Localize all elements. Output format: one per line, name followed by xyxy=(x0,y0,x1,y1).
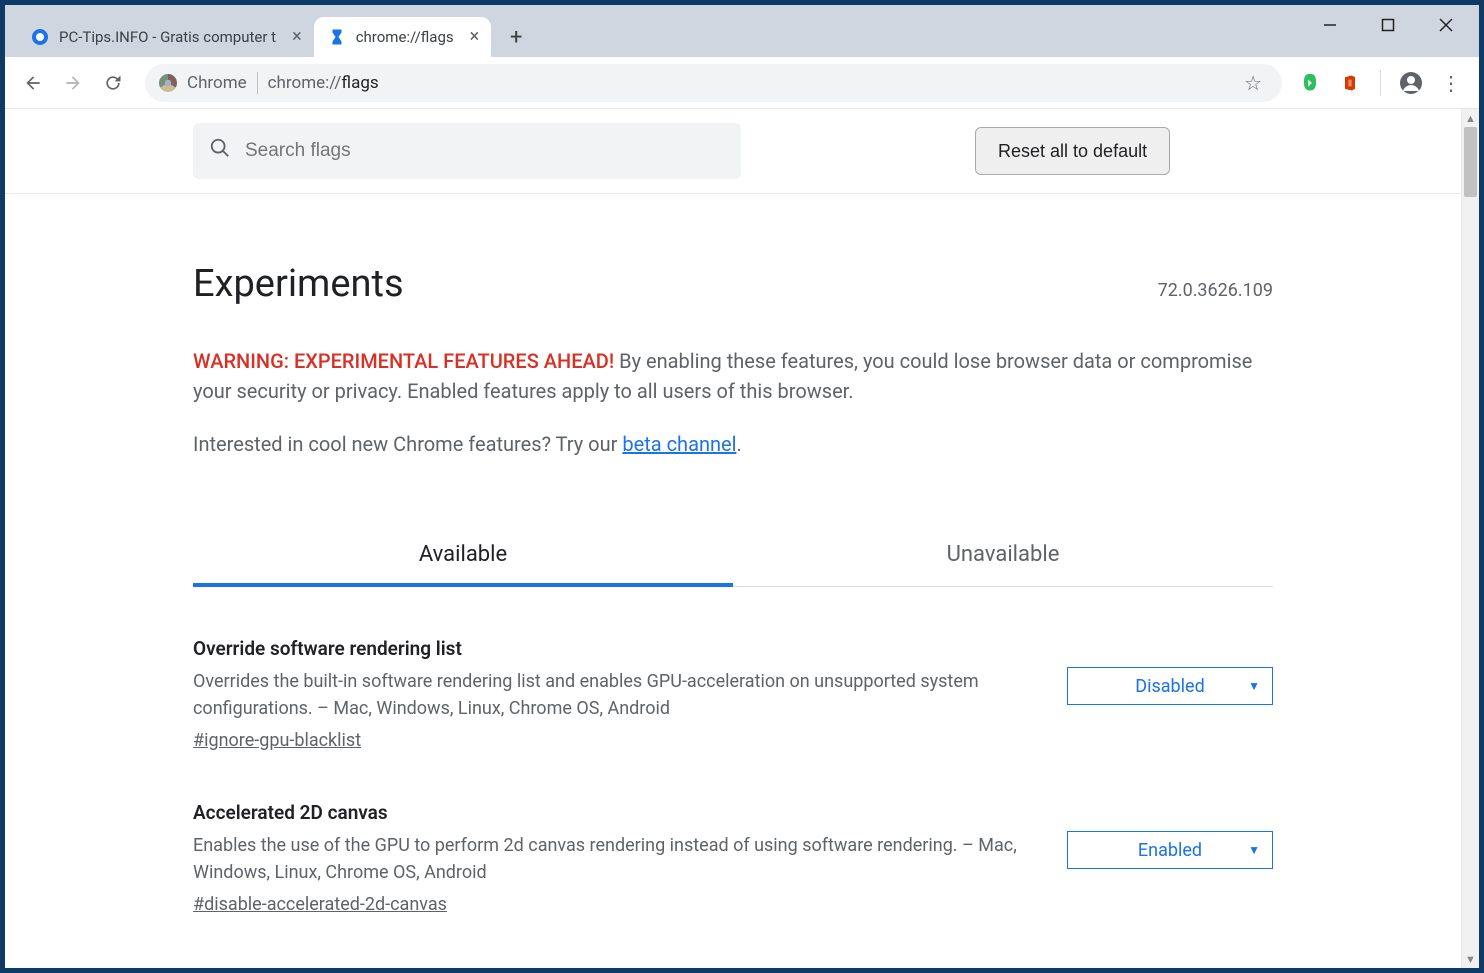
flag-tabs: Available Unavailable xyxy=(193,526,1273,587)
flag-anchor-link[interactable]: #ignore-gpu-blacklist xyxy=(193,730,361,751)
minimize-button[interactable] xyxy=(1301,5,1359,45)
url-scheme: chrome:// xyxy=(268,73,342,93)
chrome-icon xyxy=(159,74,177,92)
beta-channel-link[interactable]: beta channel xyxy=(622,432,736,456)
tab-strip: PC-Tips.INFO - Gratis computer t × chrom… xyxy=(13,11,533,57)
flag-select-value: Disabled xyxy=(1135,676,1204,697)
browser-tab-inactive[interactable]: PC-Tips.INFO - Gratis computer t × xyxy=(17,17,314,57)
flag-select-enabled[interactable]: Enabled xyxy=(1067,831,1273,869)
warning-prefix: WARNING: EXPERIMENTAL FEATURES AHEAD! xyxy=(193,349,614,373)
flags-page: Reset all to default Experiments 72.0.36… xyxy=(5,109,1461,968)
scroll-up-icon[interactable]: ▲ xyxy=(1462,109,1479,127)
profile-button[interactable] xyxy=(1399,71,1423,95)
main-content: Experiments 72.0.3626.109 WARNING: EXPER… xyxy=(5,194,1461,968)
version-label: 72.0.3626.109 xyxy=(1158,280,1273,301)
scroll-down-icon[interactable]: ▼ xyxy=(1462,950,1479,968)
scrollbar[interactable]: ▲ ▼ xyxy=(1461,109,1479,968)
flag-title: Override software rendering list xyxy=(193,637,1027,660)
new-tab-button[interactable]: + xyxy=(499,20,533,54)
separator xyxy=(1380,70,1381,96)
window-controls xyxy=(1301,5,1475,45)
back-button[interactable] xyxy=(15,65,51,101)
close-icon[interactable]: × xyxy=(292,28,302,46)
search-row: Reset all to default xyxy=(5,109,1461,194)
flag-item: Override software rendering list Overrid… xyxy=(193,637,1273,751)
address-bar[interactable]: Chrome chrome://flags ☆ xyxy=(145,64,1282,102)
page-title: Experiments xyxy=(193,262,404,306)
bookmark-star-icon[interactable]: ☆ xyxy=(1238,71,1268,95)
favicon-flags xyxy=(328,28,346,46)
address-url: chrome://flags xyxy=(268,73,379,93)
tab-title: chrome://flags xyxy=(356,28,454,46)
flag-description: Overrides the built-in software renderin… xyxy=(193,668,1027,722)
flag-description: Enables the use of the GPU to perform 2d… xyxy=(193,832,1027,886)
tab-title: PC-Tips.INFO - Gratis computer t xyxy=(59,28,276,46)
browser-tab-active[interactable]: chrome://flags × xyxy=(314,17,492,57)
flag-select-disabled[interactable]: Disabled xyxy=(1067,667,1273,705)
toolbar: Chrome chrome://flags ☆ ⋮ xyxy=(5,57,1479,109)
url-path: flags xyxy=(341,73,378,93)
beta-prefix: Interested in cool new Chrome features? … xyxy=(193,432,622,456)
search-icon xyxy=(209,137,231,165)
flag-title: Accelerated 2D canvas xyxy=(193,801,1027,824)
titlebar: PC-Tips.INFO - Gratis computer t × chrom… xyxy=(5,5,1479,57)
scrollbar-thumb[interactable] xyxy=(1464,127,1477,197)
close-icon[interactable]: × xyxy=(470,28,480,46)
warning-text: WARNING: EXPERIMENTAL FEATURES AHEAD! By… xyxy=(193,346,1273,406)
address-prefix: Chrome xyxy=(187,73,247,93)
reset-all-button[interactable]: Reset all to default xyxy=(975,127,1170,175)
search-flags-box[interactable] xyxy=(193,123,741,179)
page-viewport: Reset all to default Experiments 72.0.36… xyxy=(5,109,1461,968)
beta-suffix: . xyxy=(737,432,742,456)
flag-item: Accelerated 2D canvas Enables the use of… xyxy=(193,801,1273,915)
reload-button[interactable] xyxy=(95,65,131,101)
maximize-button[interactable] xyxy=(1359,5,1417,45)
beta-text: Interested in cool new Chrome features? … xyxy=(193,432,1273,456)
close-window-button[interactable] xyxy=(1417,5,1475,45)
forward-button[interactable] xyxy=(55,65,91,101)
extension-office-icon[interactable] xyxy=(1338,71,1362,95)
content-area: Reset all to default Experiments 72.0.36… xyxy=(5,109,1479,968)
tab-available[interactable]: Available xyxy=(193,526,733,587)
menu-button[interactable]: ⋮ xyxy=(1433,71,1469,95)
separator xyxy=(257,72,258,94)
search-input[interactable] xyxy=(245,140,725,162)
flag-anchor-link[interactable]: #disable-accelerated-2d-canvas xyxy=(193,894,447,915)
favicon-pctips xyxy=(31,28,49,46)
flag-select-value: Enabled xyxy=(1138,840,1202,861)
extension-evernote-icon[interactable] xyxy=(1298,71,1322,95)
tab-unavailable[interactable]: Unavailable xyxy=(733,526,1273,586)
browser-window: PC-Tips.INFO - Gratis computer t × chrom… xyxy=(5,5,1479,968)
